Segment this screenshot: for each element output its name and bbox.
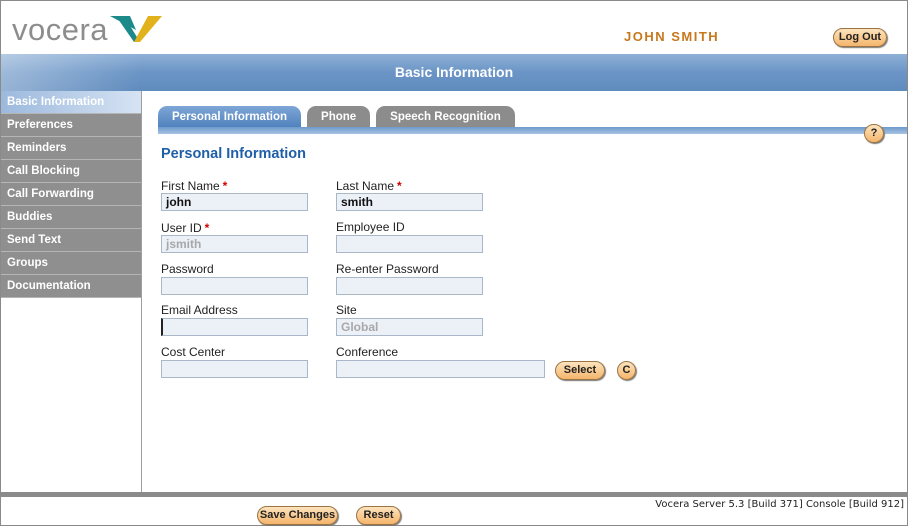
section-title: Personal Information [161, 146, 307, 162]
user-id-label-text: User ID [161, 221, 202, 235]
required-marker: * [222, 179, 228, 193]
conference-field[interactable] [336, 360, 545, 378]
sidebar-item-basic-information[interactable]: Basic Information [1, 91, 141, 114]
site-label: Site [336, 303, 357, 317]
sidebar-item-call-forwarding[interactable]: Call Forwarding [1, 183, 141, 206]
email-field[interactable] [161, 318, 308, 336]
reenter-password-field[interactable] [336, 277, 483, 295]
tab-personal-information[interactable]: Personal Information [158, 106, 302, 128]
sidebar-item-groups[interactable]: Groups [1, 252, 141, 275]
user-name: JOHN SMITH [624, 29, 720, 44]
sidebar-item-reminders[interactable]: Reminders [1, 137, 141, 160]
tab-underline [158, 127, 907, 134]
reset-button[interactable]: Reset [356, 506, 401, 525]
employee-id-label: Employee ID [336, 220, 405, 234]
required-marker: * [397, 179, 402, 193]
password-label: Password [161, 262, 214, 276]
vocera-v-icon [110, 16, 163, 42]
sidebar: Basic Information Preferences Reminders … [1, 91, 142, 493]
last-name-label: Last Name * [336, 179, 402, 193]
last-name-field[interactable]: smith [336, 193, 483, 211]
vocera-logo: vocera [12, 12, 163, 48]
logout-button[interactable]: Log Out [833, 28, 887, 47]
conference-select-button[interactable]: Select [555, 361, 605, 380]
first-name-field[interactable]: john [161, 193, 308, 211]
password-field[interactable] [161, 277, 308, 295]
tab-bar: Personal Information Phone Speech Recogn… [158, 106, 515, 128]
user-id-label: User ID * [161, 221, 209, 235]
help-icon[interactable]: ? [864, 124, 884, 143]
logo-text: vocera [12, 12, 109, 47]
tab-phone[interactable]: Phone [307, 106, 371, 128]
sidebar-item-preferences[interactable]: Preferences [1, 114, 141, 137]
conference-label: Conference [336, 345, 399, 359]
cost-center-field[interactable] [161, 360, 308, 378]
sidebar-item-buddies[interactable]: Buddies [1, 206, 141, 229]
footer-divider [1, 492, 907, 497]
reenter-password-label: Re-enter Password [336, 262, 439, 276]
first-name-label: First Name * [161, 179, 227, 193]
sidebar-item-documentation[interactable]: Documentation [1, 275, 141, 298]
conference-clear-button[interactable]: C [617, 361, 636, 380]
save-changes-button[interactable]: Save Changes [257, 506, 338, 525]
cost-center-label: Cost Center [161, 345, 226, 359]
email-label: Email Address [161, 303, 238, 317]
page-title: Basic Information [394, 64, 514, 80]
sidebar-item-call-blocking[interactable]: Call Blocking [1, 160, 141, 183]
employee-id-field[interactable] [336, 235, 483, 253]
page-title-bar: Basic Information [1, 54, 907, 91]
version-info: Vocera Server 5.3 [Build 371] Console [B… [655, 499, 904, 510]
last-name-label-text: Last Name [336, 179, 395, 193]
site-field[interactable]: Global [336, 318, 483, 336]
user-id-field[interactable]: jsmith [161, 235, 308, 253]
sidebar-item-send-text[interactable]: Send Text [1, 229, 141, 252]
tab-speech-recognition[interactable]: Speech Recognition [376, 106, 515, 128]
first-name-label-text: First Name [161, 179, 220, 193]
required-marker: * [204, 221, 210, 235]
